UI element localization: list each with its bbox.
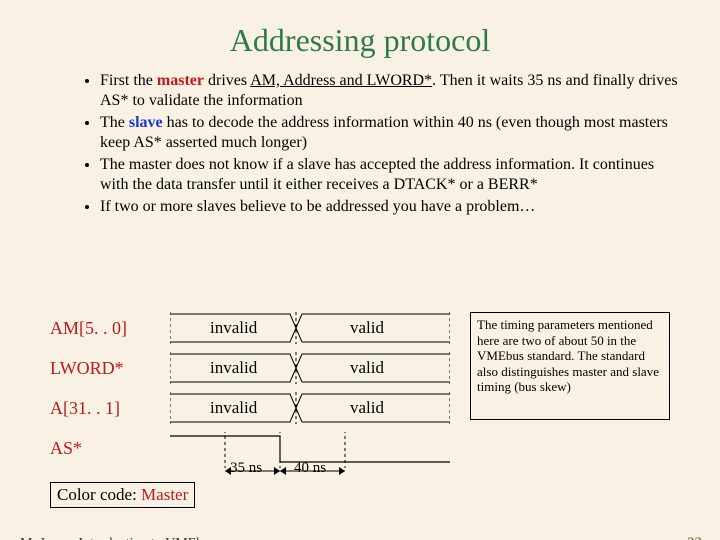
state-invalid: invalid	[210, 318, 257, 338]
list-item: The slave has to decode the address info…	[100, 113, 680, 153]
list-item: If two or more slaves believe to be addr…	[100, 197, 680, 217]
text: The master does not know if a slave has …	[100, 156, 654, 193]
bullet-list: First the master drives AM, Address and …	[60, 71, 680, 217]
text: drives	[204, 72, 250, 89]
page-number: 22	[687, 535, 702, 540]
underlined-text: AM, Address and LWORD*	[250, 72, 432, 89]
list-item: First the master drives AM, Address and …	[100, 71, 680, 111]
text: The	[100, 114, 129, 131]
slave-word: slave	[129, 114, 163, 131]
text: First the	[100, 72, 157, 89]
text: has to decode the address information wi…	[100, 114, 668, 151]
text: If two or more slaves believe to be addr…	[100, 198, 535, 215]
waveform: invalid valid	[170, 392, 450, 424]
signal-label: LWORD*	[50, 358, 124, 379]
color-code-label: Color code:	[57, 485, 141, 504]
signal-label: A[31. . 1]	[50, 398, 120, 419]
state-valid: valid	[350, 358, 384, 378]
color-code-box: Color code: Master	[50, 482, 195, 508]
color-code-master: Master	[141, 485, 188, 504]
page-title: Addressing protocol	[0, 22, 720, 59]
timing-right: 40 ns	[294, 460, 326, 477]
timing-left: 35 ns	[230, 460, 262, 477]
waveform: invalid valid	[170, 312, 450, 344]
waveform: invalid valid	[170, 352, 450, 384]
state-invalid: invalid	[210, 398, 257, 418]
state-valid: valid	[350, 398, 384, 418]
list-item: The master does not know if a slave has …	[100, 155, 680, 195]
master-word: master	[157, 72, 204, 89]
note-box: The timing parameters mentioned here are…	[470, 312, 670, 420]
signal-label: AM[5. . 0]	[50, 318, 127, 339]
footer-text: M. Joos – Introduction to VMEbus	[20, 536, 216, 540]
timing-labels: 35 ns 40 ns	[170, 460, 470, 480]
state-valid: valid	[350, 318, 384, 338]
state-invalid: invalid	[210, 358, 257, 378]
